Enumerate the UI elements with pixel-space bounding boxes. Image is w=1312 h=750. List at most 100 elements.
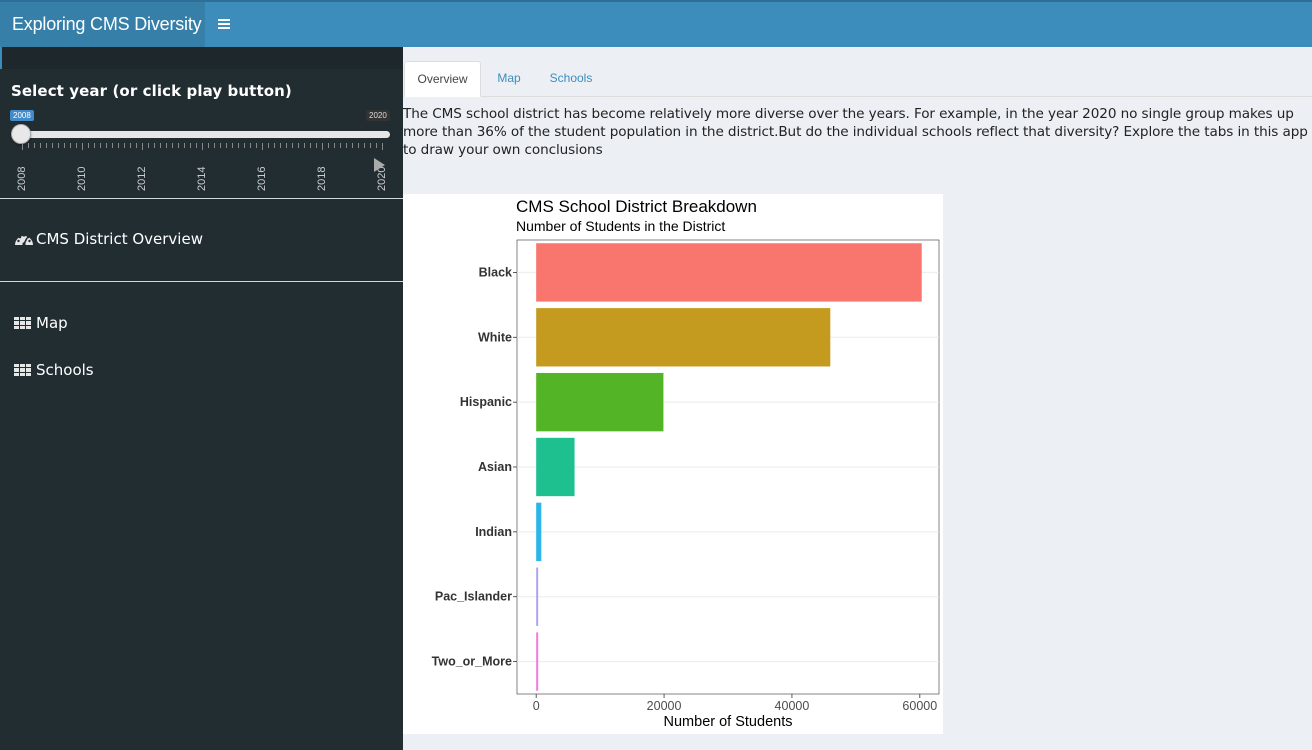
sidebar-top-strip — [0, 47, 403, 69]
year-slider-label: Select year (or click play button) — [11, 82, 292, 100]
slider-max-value: 2020 — [366, 110, 390, 121]
bar-black — [536, 243, 922, 302]
slider-tick — [232, 143, 233, 148]
slider-tick — [112, 143, 113, 148]
slider-tick — [136, 143, 137, 148]
sidebar-item-schools[interactable]: Schools — [14, 361, 94, 379]
district-breakdown-chart: Black White Hispanic Asian Indian Pac_Islande… — [403, 194, 943, 734]
bar-hispanic — [536, 372, 664, 432]
y-tick-label: White — [478, 330, 512, 344]
slider-tick — [76, 143, 77, 148]
sidebar-item-map[interactable]: Map — [14, 314, 68, 332]
x-tick-label: 60000 — [902, 699, 937, 713]
year-slider-track[interactable] — [14, 131, 390, 138]
slider-tick — [166, 143, 167, 148]
slider-tick — [202, 143, 203, 150]
tab-bar: Overview Map Schools — [403, 47, 1312, 97]
th-icon — [14, 363, 31, 377]
bar-pac_islander — [536, 567, 539, 626]
slider-tick — [28, 143, 29, 148]
slider-tick — [124, 143, 125, 148]
hamburger-icon — [218, 19, 230, 29]
sidebar-item-label: Map — [36, 314, 68, 332]
sidebar-divider — [0, 198, 403, 199]
slider-tick — [58, 143, 59, 148]
slider-tick — [274, 143, 275, 148]
app-title[interactable]: Exploring CMS Diversity — [0, 2, 205, 47]
header-bar: Exploring CMS Diversity — [0, 0, 1312, 47]
sidebar-item-label: Schools — [36, 361, 94, 379]
slider-tick — [100, 143, 101, 148]
slider-tick — [268, 143, 269, 148]
y-tick-label: Black — [479, 265, 512, 279]
y-tick-label: Asian — [478, 460, 512, 474]
slider-tick — [340, 143, 341, 148]
tab-schools[interactable]: Schools — [538, 61, 604, 97]
slider-tick — [244, 143, 245, 148]
bar-white — [536, 308, 831, 367]
slider-tick — [142, 143, 143, 150]
slider-tick — [238, 143, 239, 148]
slider-tick — [130, 143, 131, 148]
slider-tick — [148, 143, 149, 148]
slider-tick — [70, 143, 71, 148]
x-axis-title: Number of Students — [664, 714, 793, 730]
slider-tick — [160, 143, 161, 148]
slider-tick — [106, 143, 107, 148]
slider-tick — [196, 143, 197, 148]
slider-tick — [292, 143, 293, 148]
slider-tick — [226, 143, 227, 148]
year-slider-handle[interactable] — [11, 124, 31, 144]
sidebar-divider — [0, 281, 403, 282]
slider-tick — [382, 143, 383, 150]
slider-tick — [88, 143, 89, 148]
x-tick-label: 40000 — [775, 699, 810, 713]
th-icon — [14, 316, 31, 330]
slider-tick-label: 2016 — [256, 166, 268, 191]
slider-tick — [364, 143, 365, 148]
slider-tick — [118, 143, 119, 148]
bar-asian — [536, 437, 575, 497]
slider-tick — [298, 143, 299, 148]
slider-tick — [262, 143, 263, 150]
slider-tick — [286, 143, 287, 148]
slider-tick — [154, 143, 155, 148]
slider-tick — [322, 143, 323, 150]
slider-tick-label: 2012 — [136, 166, 148, 191]
bar-two_or_more — [536, 632, 539, 691]
slider-tick — [172, 143, 173, 148]
slider-tick — [22, 143, 23, 150]
tab-overview[interactable]: Overview — [404, 61, 481, 97]
sidebar-item-label: CMS District Overview — [36, 230, 203, 248]
slider-tick-label: 2018 — [316, 166, 328, 191]
chart-subtitle: Number of Students in the District — [516, 218, 725, 234]
sidebar-item-overview[interactable]: CMS District Overview — [14, 230, 203, 248]
dashboard-icon — [15, 234, 33, 246]
slider-tick — [280, 143, 281, 148]
sidebar-toggle-button[interactable] — [205, 2, 243, 47]
slider-tick — [214, 143, 215, 148]
slider-tick — [334, 143, 335, 148]
slider-tick — [310, 143, 311, 148]
slider-tick — [328, 143, 329, 148]
play-icon[interactable] — [374, 158, 385, 172]
sidebar: Select year (or click play button) 2008 … — [0, 47, 403, 750]
slider-tick — [304, 143, 305, 148]
slider-tick — [370, 143, 371, 148]
y-tick-label: Two_or_More — [432, 655, 512, 669]
slider-tick — [94, 143, 95, 148]
slider-tick — [358, 143, 359, 148]
tab-map[interactable]: Map — [483, 61, 535, 97]
slider-tick — [40, 143, 41, 148]
intro-text: The CMS school district has become relat… — [403, 106, 1308, 158]
slider-tick — [316, 143, 317, 148]
slider-tick — [190, 143, 191, 148]
y-tick-label: Hispanic — [460, 395, 512, 409]
y-tick-label: Indian — [475, 525, 512, 539]
x-tick-label: 20000 — [647, 699, 682, 713]
slider-tick — [346, 143, 347, 148]
slider-tick — [34, 143, 35, 148]
slider-tick — [64, 143, 65, 148]
slider-tick — [82, 143, 83, 150]
x-tick-label: 0 — [533, 699, 540, 713]
